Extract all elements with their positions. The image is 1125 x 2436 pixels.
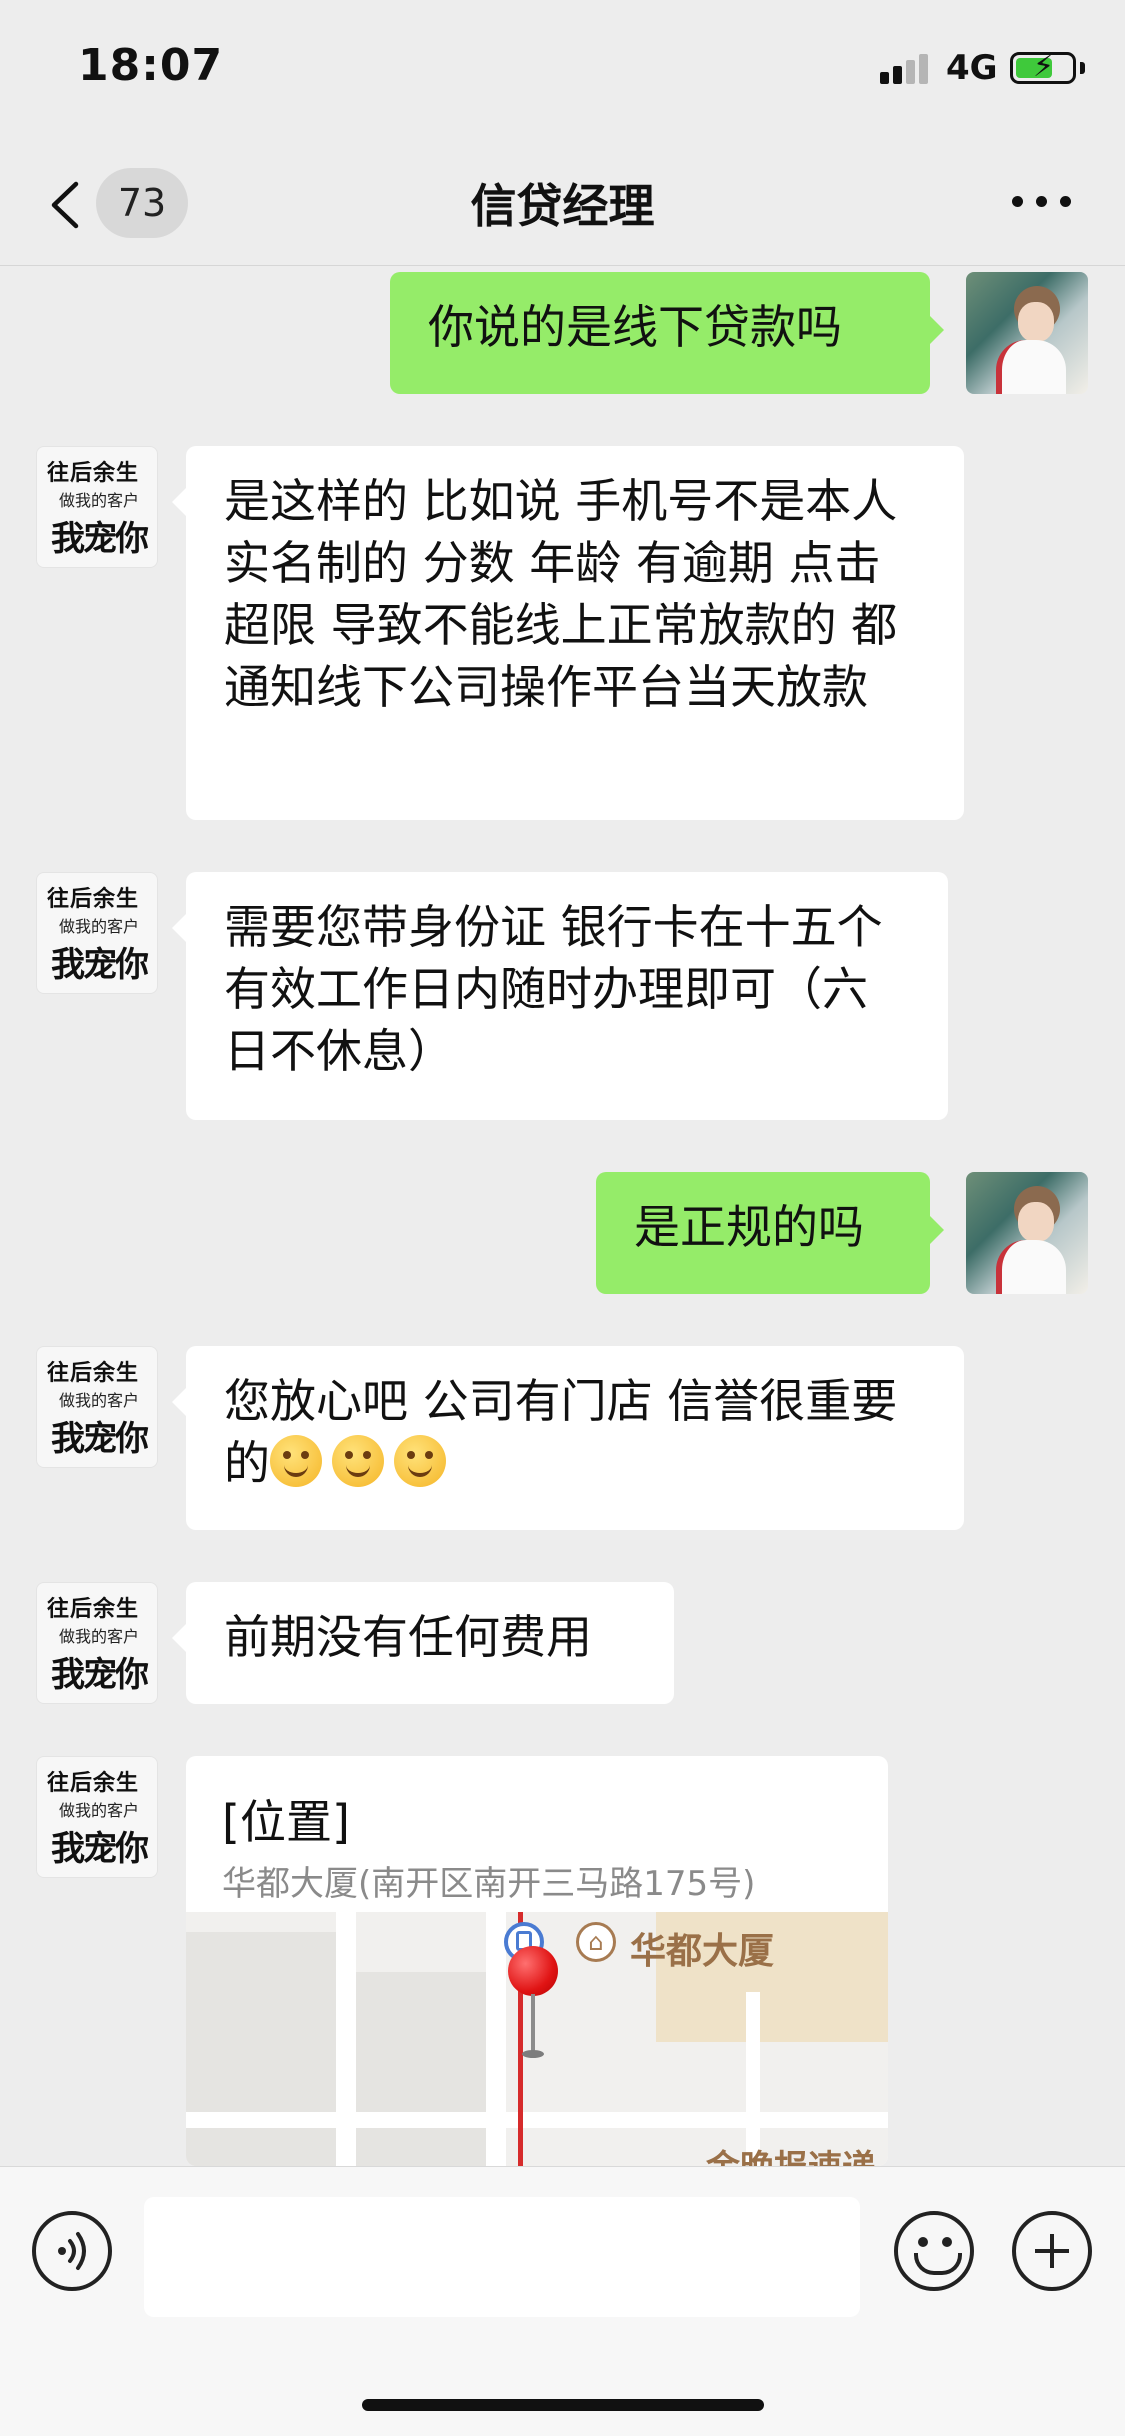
map-poi-label: 华都大厦 (630, 1931, 775, 1972)
battery-cap (1080, 62, 1085, 74)
message-text: 前期没有任何费用 (224, 1610, 592, 1664)
voice-icon (58, 2232, 86, 2270)
contact-avatar[interactable]: 往后余生 做我的客户 我宠你 (36, 872, 158, 994)
message-text: 你说的是线下贷款吗 (428, 300, 842, 354)
message-text: 是正规的吗 (634, 1200, 864, 1254)
contact-avatar[interactable]: 往后余生 做我的客户 我宠你 (36, 1582, 158, 1704)
home-indicator[interactable] (362, 2399, 764, 2411)
chat-title: 信贷经理 (470, 179, 655, 233)
nav-bar: 73 信贷经理 (0, 140, 1125, 266)
status-time: 18:07 (78, 40, 224, 91)
battery-icon: ⚡ (1010, 49, 1076, 84)
message-input[interactable] (144, 2197, 860, 2317)
map-road (186, 2112, 888, 2128)
my-avatar[interactable] (966, 272, 1088, 394)
map-block (186, 1932, 336, 2166)
contact-avatar[interactable]: 往后余生 做我的客户 我宠你 (36, 1346, 158, 1468)
chat-input-bar (0, 2166, 1125, 2436)
location-address: 华都大厦(南开区南开三马路175号) (222, 1864, 756, 1904)
location-message-card[interactable]: [位置] 华都大厦(南开区南开三马路175号) ⌂ 华都大厦 金晚报速递 (186, 1756, 888, 2166)
message-bubble-outgoing[interactable]: 是正规的吗 (596, 1172, 944, 1294)
map-pin-icon (508, 1946, 558, 1996)
message-bubble-incoming[interactable]: 是这样的 比如说 手机号不是本人实名制的 分数 年龄 有逾期 点击超限 导致不能… (172, 446, 964, 820)
contact-avatar[interactable]: 往后余生 做我的客户 我宠你 (36, 446, 158, 568)
map-block (356, 1972, 486, 2166)
map-bottom-label: 金晚报速递 (706, 2140, 876, 2166)
landmark-icon: ⌂ (576, 1922, 616, 1962)
smile-emoji-icon (394, 1435, 446, 1487)
more-actions-button[interactable] (1012, 2211, 1092, 2291)
message-bubble-outgoing[interactable]: 你说的是线下贷款吗 (390, 272, 944, 394)
status-bar: 18:07 4G ⚡ (0, 0, 1125, 140)
message-bubble-incoming[interactable]: 您放心吧 公司有门店 信誉很重要的 (172, 1346, 964, 1530)
signal-icon (880, 52, 932, 84)
chat-screen: 18:07 4G ⚡ 73 信贷经理 你说的是线下贷款吗 往后余生 做我的客户 … (0, 0, 1125, 2436)
voice-input-button[interactable] (32, 2211, 112, 2291)
message-text: 您放心吧 公司有门店 信誉很重要的 (224, 1374, 898, 1490)
map-pin-stick (531, 1994, 535, 2054)
network-type: 4G (946, 48, 998, 88)
location-map-preview[interactable]: ⌂ 华都大厦 金晚报速递 (186, 1912, 888, 2166)
smile-emoji-icon (332, 1435, 384, 1487)
smile-emoji-icon (270, 1435, 322, 1487)
message-bubble-incoming[interactable]: 前期没有任何费用 (172, 1582, 674, 1704)
message-bubble-incoming[interactable]: 需要您带身份证 银行卡在十五个有效工作日内随时办理即可（六日不休息） (172, 872, 948, 1120)
location-title: [位置] (222, 1795, 350, 1849)
contact-avatar[interactable]: 往后余生 做我的客户 我宠你 (36, 1756, 158, 1878)
message-text: 是这样的 比如说 手机号不是本人实名制的 分数 年龄 有逾期 点击超限 导致不能… (224, 474, 898, 714)
emoji-button[interactable] (894, 2211, 974, 2291)
message-text: 需要您带身份证 银行卡在十五个有效工作日内随时办理即可（六日不休息） (224, 900, 883, 1078)
more-options-icon[interactable] (1012, 196, 1072, 210)
my-avatar[interactable] (966, 1172, 1088, 1294)
map-pin-shadow (522, 2050, 544, 2058)
